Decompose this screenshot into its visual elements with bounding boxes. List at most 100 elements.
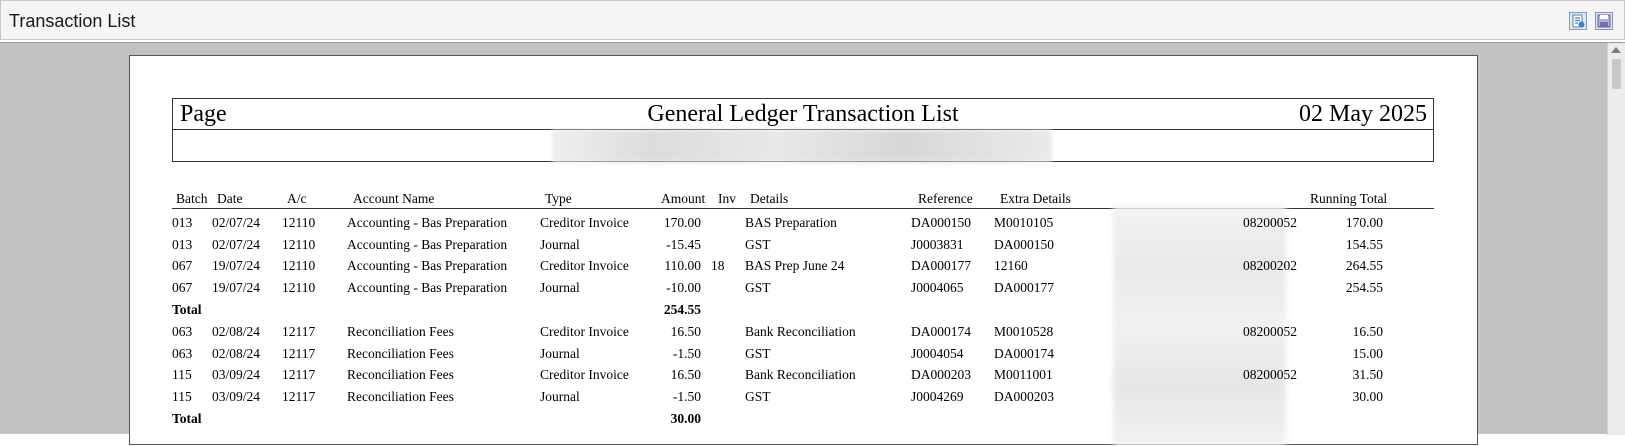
window-titlebar: Transaction List — [0, 0, 1625, 40]
cell-reference: J0004065 — [911, 280, 964, 295]
cell-running-total: 170.00 — [1345, 215, 1383, 230]
report-viewer: Page General Ledger Transaction List 02 … — [0, 42, 1625, 446]
col-header-ac: A/c — [287, 191, 307, 206]
cell-batch: 067 — [172, 280, 193, 295]
cell-extra-details: 12160 — [994, 258, 1028, 273]
cell-date: 03/09/24 — [212, 389, 261, 404]
cell-ac: 12110 — [282, 237, 316, 252]
report-page: Page General Ledger Transaction List 02 … — [129, 55, 1479, 446]
redacted-company-name — [552, 130, 1052, 162]
cell-account-name: Reconciliation Fees — [347, 389, 454, 404]
cell-details: Bank Reconciliation — [745, 324, 856, 339]
total-amount: 30.00 — [670, 411, 701, 426]
cell-reference: J0003831 — [911, 237, 964, 252]
cell-extra-details: M0010528 — [994, 324, 1054, 339]
col-header-batch: Batch — [176, 191, 208, 206]
cell-reference: DA000150 — [911, 215, 971, 230]
col-header-amount: Amount — [661, 191, 706, 206]
cell-reference: J0004269 — [911, 389, 964, 404]
total-amount: 254.55 — [663, 302, 701, 317]
cell-running-total: 31.50 — [1352, 367, 1383, 382]
cell-batch: 013 — [172, 215, 193, 230]
cell-details: GST — [745, 280, 771, 295]
col-header-details: Details — [750, 191, 789, 206]
cell-account-name: Reconciliation Fees — [347, 346, 454, 361]
scroll-thumb[interactable] — [1612, 59, 1621, 89]
cell-code: 08200052 — [1243, 215, 1297, 230]
cell-details: GST — [745, 389, 771, 404]
table-row: 013 02/07/24 12110 Accounting - Bas Prepara… — [130, 237, 1479, 259]
table-row: 115 03/09/24 12117 Reconciliation Fees Journ… — [130, 389, 1479, 411]
cell-date: 02/08/24 — [212, 324, 261, 339]
col-header-inv: Inv — [718, 191, 736, 206]
cell-type: Journal — [540, 389, 580, 404]
cell-extra-details: DA000177 — [994, 280, 1054, 295]
cell-amount: -15.45 — [666, 237, 701, 252]
cell-running-total: 154.55 — [1345, 237, 1383, 252]
report-title: General Ledger Transaction List — [647, 101, 959, 127]
cell-account-name: Accounting - Bas Preparation — [347, 215, 508, 230]
cell-date: 02/07/24 — [212, 215, 261, 230]
cell-ac: 12110 — [282, 215, 316, 230]
cell-code: 08200052 — [1243, 367, 1297, 382]
scroll-up-icon[interactable] — [1611, 47, 1621, 53]
col-header-account-name: Account Name — [353, 191, 435, 206]
cell-batch: 115 — [172, 367, 192, 382]
cell-extra-details: M0011001 — [994, 367, 1053, 382]
cell-date: 02/08/24 — [212, 346, 261, 361]
cell-date: 19/07/24 — [212, 280, 261, 295]
save-icon[interactable] — [1595, 12, 1613, 30]
cell-extra-details: DA000174 — [994, 346, 1054, 361]
export-icon[interactable] — [1569, 12, 1587, 30]
cell-type: Creditor Invoice — [540, 258, 629, 273]
cell-type: Journal — [540, 346, 580, 361]
cell-account-name: Accounting - Bas Preparation — [347, 258, 508, 273]
cell-details: GST — [745, 237, 771, 252]
cell-batch: 067 — [172, 258, 193, 273]
cell-running-total: 254.55 — [1345, 280, 1383, 295]
cell-account-name: Accounting - Bas Preparation — [347, 280, 508, 295]
table-row: 067 19/07/24 12110 Accounting - Bas Prepara… — [130, 280, 1479, 302]
cell-extra-details: M0010105 — [994, 215, 1054, 230]
total-row: Total 30.00 — [130, 411, 1479, 433]
col-header-running-total: Running Total — [1310, 191, 1388, 206]
cell-account-name: Reconciliation Fees — [347, 367, 454, 382]
cell-batch: 013 — [172, 237, 193, 252]
cell-batch: 063 — [172, 346, 193, 361]
total-row: Total 254.55 — [130, 302, 1479, 324]
col-header-type: Type — [545, 191, 572, 206]
table-row: 115 03/09/24 12117 Reconciliation Fees Credi… — [130, 367, 1479, 389]
cell-extra-details: DA000150 — [994, 237, 1054, 252]
cell-batch: 115 — [172, 389, 192, 404]
cell-reference: DA000174 — [911, 324, 971, 339]
cell-date: 03/09/24 — [212, 367, 261, 382]
total-label: Total — [172, 302, 202, 317]
cell-reference: J0004054 — [911, 346, 964, 361]
cell-type: Creditor Invoice — [540, 324, 629, 339]
cell-batch: 063 — [172, 324, 193, 339]
cell-account-name: Reconciliation Fees — [347, 324, 454, 339]
cell-reference: DA000203 — [911, 367, 971, 382]
cell-running-total: 16.50 — [1352, 324, 1383, 339]
cell-ac: 12117 — [282, 324, 316, 339]
cell-amount: 16.50 — [670, 367, 701, 382]
cell-account-name: Accounting - Bas Preparation — [347, 237, 508, 252]
cell-amount: 110.00 — [664, 258, 701, 273]
table-row: 063 02/08/24 12117 Reconciliation Fees Credi… — [130, 324, 1479, 346]
vertical-scrollbar[interactable] — [1607, 43, 1625, 435]
table-row: 013 02/07/24 12110 Accounting - Bas Prepara… — [130, 215, 1479, 237]
cell-type: Journal — [540, 280, 580, 295]
cell-amount: -1.50 — [672, 346, 701, 361]
cell-date: 02/07/24 — [212, 237, 261, 252]
cell-type: Creditor Invoice — [540, 367, 629, 382]
cell-details: Bank Reconciliation — [745, 367, 856, 382]
cell-inv: 18 — [711, 258, 725, 273]
cell-ac: 12117 — [282, 389, 316, 404]
cell-details: BAS Preparation — [745, 215, 837, 230]
cell-reference: DA000177 — [911, 258, 971, 273]
total-label: Total — [172, 411, 202, 426]
cell-extra-details: DA000203 — [994, 389, 1054, 404]
cell-ac: 12117 — [282, 346, 316, 361]
cell-running-total: 15.00 — [1352, 346, 1383, 361]
col-header-extra-details: Extra Details — [1000, 191, 1071, 206]
